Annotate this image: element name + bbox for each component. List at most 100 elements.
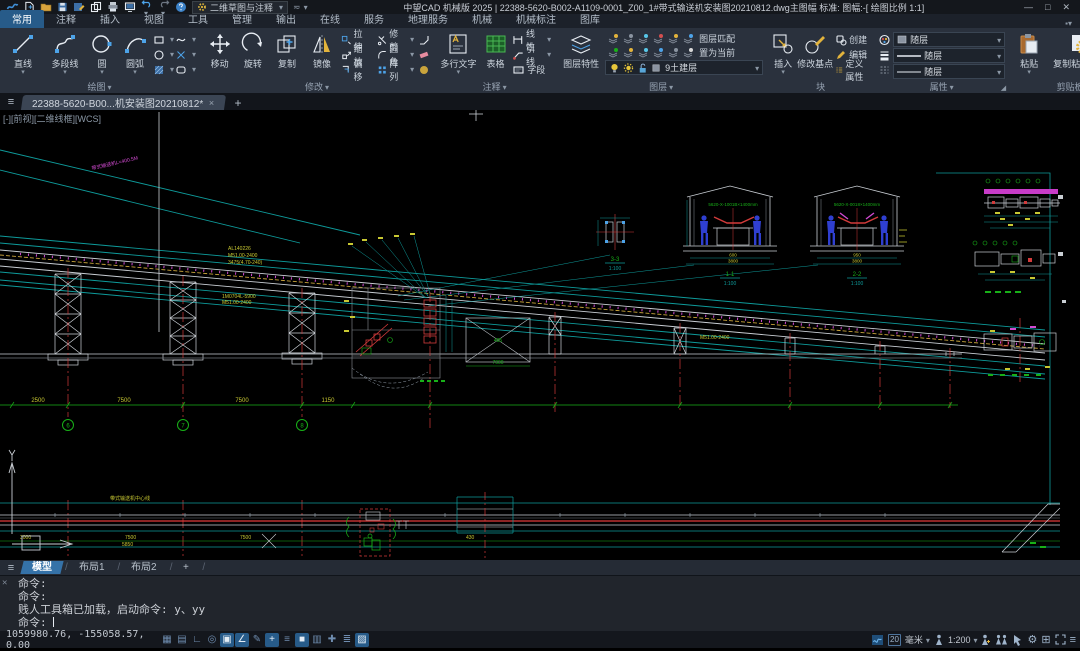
dialog-launcher-icon[interactable]: ◢ — [1001, 84, 1006, 92]
tab-services[interactable]: 服务 — [352, 10, 396, 28]
tab-view[interactable]: 视图 — [132, 10, 176, 28]
minimize-button[interactable]: — — [1024, 2, 1033, 13]
command-prompt[interactable]: 命令: — [4, 616, 1080, 629]
tab-manage[interactable]: 管理 — [220, 10, 264, 28]
chamfer-button[interactable] — [418, 34, 430, 46]
rectangle-button[interactable] — [153, 34, 174, 46]
layer-properties-button[interactable]: 图层特性 — [559, 30, 603, 70]
clean-screen-icon[interactable]: ▨ — [355, 633, 369, 647]
tab-layout1[interactable]: 布局1 — [67, 561, 116, 574]
drawing-canvas[interactable]: 2500 7500 7500 1150 6 7 8 AL140226 M51.0… — [0, 110, 1080, 560]
layer-freeze-button[interactable] — [635, 32, 650, 45]
layer-unlock-button[interactable] — [620, 46, 635, 59]
rotate-button[interactable]: 旋转 — [237, 30, 268, 70]
arc-button[interactable]: 圆弧▾ — [119, 30, 151, 75]
layer-walk-button[interactable] — [680, 32, 695, 45]
command-window[interactable]: ✕ 命令: 命令: 贱人工具箱已加载，启动命令: y、yy 命令: — [0, 575, 1080, 631]
doc-menu-icon[interactable]: ≡ — [0, 94, 22, 110]
units-dropdown[interactable]: 毫米 — [905, 633, 930, 646]
lineweight-toggle-icon[interactable]: ≡ — [280, 633, 294, 647]
fullscreen-icon[interactable] — [1055, 634, 1066, 645]
drawing-viewport[interactable]: [-][前视][二维线框][WCS] — [0, 110, 1080, 560]
layer-off-button[interactable] — [620, 32, 635, 45]
layer-thaw-button[interactable] — [605, 46, 620, 59]
tab-tools[interactable]: 工具 — [176, 10, 220, 28]
edit-base-button[interactable]: 修改基点 — [797, 30, 833, 70]
tab-home[interactable]: 常用 — [0, 10, 44, 28]
quick-properties-icon[interactable]: ▥ — [310, 633, 324, 647]
close-tab-icon[interactable] — [209, 98, 214, 108]
polyline-button[interactable]: 多段线▾ — [45, 30, 85, 75]
new-layout-button[interactable]: + — [172, 561, 201, 574]
tab-library[interactable]: 图库 — [568, 10, 612, 28]
tab-annotate[interactable]: 注释 — [44, 10, 88, 28]
layer-vpfreeze-button[interactable] — [635, 46, 650, 59]
angle-icon[interactable]: ∠ — [235, 633, 249, 647]
maximize-button[interactable]: □ — [1045, 2, 1050, 13]
draw-panel-expander[interactable]: 绘图 — [3, 81, 196, 93]
linetype-icon[interactable] — [878, 64, 891, 76]
close-command-icon[interactable]: ✕ — [2, 578, 7, 588]
array-button[interactable]: 阵列 — [377, 57, 414, 83]
person-pair-icon[interactable] — [995, 634, 1008, 646]
layer-match-button[interactable]: 图层匹配 — [699, 32, 735, 45]
new-document-tab-button[interactable]: + — [225, 96, 252, 110]
layer-set-current-button[interactable]: 置为当前 — [699, 46, 735, 59]
person-plus-icon[interactable] — [981, 634, 991, 646]
osnap-icon[interactable]: ▣ — [220, 633, 234, 647]
ellipse-button[interactable] — [153, 49, 174, 61]
tab-mechanical[interactable]: 机械 — [460, 10, 504, 28]
ortho-icon[interactable]: ∟ — [190, 633, 204, 647]
snap-icon[interactable]: ▤ — [175, 633, 189, 647]
dyn-input-icon[interactable]: + — [265, 633, 279, 647]
tab-layout2[interactable]: 布局2 — [120, 561, 169, 574]
close-button[interactable]: ✕ — [1062, 2, 1070, 13]
layout-menu-icon[interactable]: ≡ — [0, 560, 22, 576]
gear-icon[interactable]: ⚙ — [1027, 633, 1037, 646]
explode-button[interactable] — [418, 64, 430, 76]
add-panel-icon[interactable]: ⊞ — [1041, 633, 1050, 646]
lineweight-icon[interactable] — [878, 49, 891, 61]
tab-output[interactable]: 输出 — [264, 10, 308, 28]
table-button[interactable]: 表格 — [481, 30, 511, 70]
paste-button[interactable]: 粘贴▾ — [1013, 30, 1045, 75]
move-button[interactable]: 移动 — [204, 30, 235, 70]
layer-isolate-button[interactable] — [665, 32, 680, 45]
insert-block-button[interactable]: 插入▾ — [771, 30, 795, 75]
line-button[interactable]: 直线▾ — [3, 30, 43, 75]
transparency-icon[interactable]: ■ — [295, 633, 309, 647]
circle-button[interactable]: 圆▾ — [87, 30, 117, 75]
mtext-button[interactable]: 多行文字▾ — [438, 30, 479, 75]
document-tab[interactable]: 22388-5620-B00...机安装图20210812* — [21, 95, 226, 110]
layer-dropdown[interactable]: 9土建层 — [605, 60, 763, 75]
selection-cycling-icon[interactable]: ✚ — [325, 633, 339, 647]
copy-tool-button[interactable]: 复制 — [270, 30, 303, 70]
field-button[interactable]: 字段 — [512, 63, 545, 76]
layer-on-button[interactable] — [605, 32, 620, 45]
region-button[interactable] — [175, 49, 196, 61]
rounded-rect-button[interactable] — [175, 64, 196, 76]
tab-mech-dim[interactable]: 机械标注 — [504, 10, 568, 28]
paste-settings-button[interactable]: 复制粘贴设置 — [1047, 30, 1080, 70]
offset-button[interactable]: 偏移 — [341, 57, 370, 83]
color-dropdown[interactable]: 随层 — [893, 32, 1005, 47]
tab-model[interactable]: 模型 — [20, 561, 63, 574]
lineweight-dropdown[interactable]: 随层 — [893, 48, 1005, 63]
linetype-dropdown[interactable]: 随层 — [893, 64, 1005, 79]
tab-overflow-icon[interactable]: ▪▾ — [1057, 19, 1080, 28]
status-menu-icon[interactable]: ≡ — [1070, 634, 1076, 646]
tab-geo[interactable]: 地理服务 — [396, 10, 460, 28]
mirror-button[interactable]: 镜像 — [306, 30, 339, 70]
cursor-badge-icon[interactable] — [1012, 634, 1023, 646]
layer-unisolate-button[interactable] — [650, 46, 665, 59]
layer-merge-button[interactable] — [680, 46, 695, 59]
workspace-list-icon[interactable]: ≣ — [340, 633, 354, 647]
hatch-button[interactable] — [153, 64, 174, 76]
layer-lock-button[interactable] — [650, 32, 665, 45]
block-panel-label[interactable]: 块 — [771, 81, 870, 93]
tab-online[interactable]: 在线 — [308, 10, 352, 28]
color-picker-icon[interactable] — [878, 34, 891, 46]
define-attributes-button[interactable]: 定义属性 — [835, 57, 870, 83]
viewport-controls[interactable]: [-][前视][二维线框][WCS] — [3, 112, 101, 125]
modify-panel-expander[interactable]: 修改 — [204, 81, 430, 93]
